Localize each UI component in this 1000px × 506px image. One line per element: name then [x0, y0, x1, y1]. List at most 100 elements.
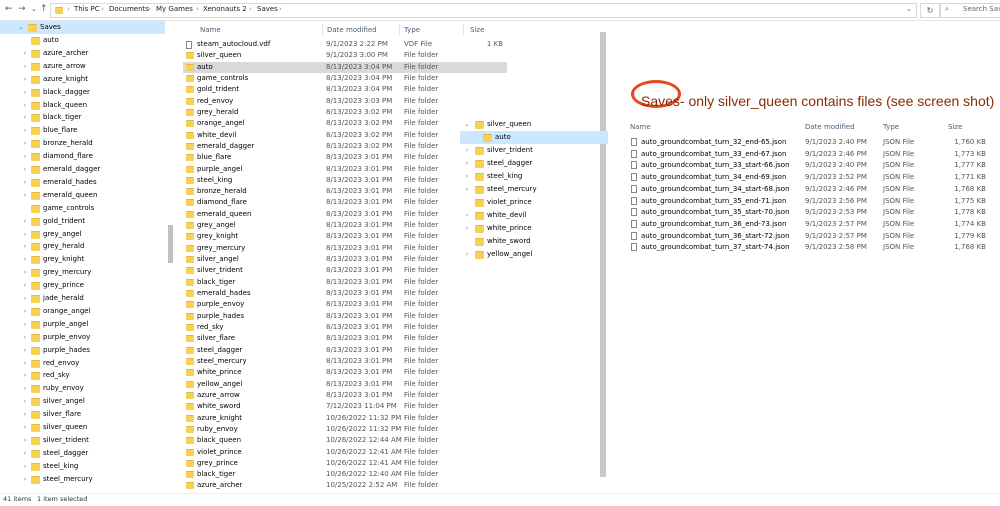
folder-row[interactable]: steel_dagger 8/13/2023 3:01 PM File folder [183, 345, 507, 356]
chevron-right-icon[interactable]: › [22, 463, 28, 470]
json-file-row[interactable]: auto_groundcombat_turn_34_start-68.json 9… [630, 184, 990, 195]
chevron-right-icon[interactable]: › [22, 321, 28, 328]
up-arrow-icon[interactable]: ↑ [40, 4, 48, 14]
folder-row[interactable]: emerald_hades 8/13/2023 3:01 PM File folde… [183, 288, 507, 299]
chevron-right-icon[interactable]: › [22, 282, 28, 289]
chevron-right-icon[interactable]: › [22, 179, 28, 186]
tree-item-silver-flare[interactable]: › silver_flare [0, 408, 165, 421]
chevron-right-icon[interactable]: › [22, 347, 28, 354]
chevron-right-icon[interactable]: › [22, 102, 28, 109]
tree-item-black-queen[interactable]: › black_queen [0, 99, 165, 112]
inset-tree-item-silver-queen[interactable]: ⌄ silver_queen [460, 118, 608, 131]
tree-item-red-envoy[interactable]: › red_envoy [0, 357, 165, 370]
inset-tree-item-auto[interactable]: auto [460, 131, 608, 144]
inset-tree-item-white-devil[interactable]: › white_devil [460, 209, 608, 222]
tree-item-gold-trident[interactable]: › gold_trident [0, 215, 165, 228]
tree-item-saves[interactable]: ⌄ Saves [0, 21, 165, 34]
breadcrumb-saves[interactable]: Saves [257, 5, 278, 13]
inset-tree-item-violet-prince[interactable]: violet_prince [460, 196, 608, 209]
right-column-name[interactable]: Name [630, 123, 651, 131]
chevron-right-icon[interactable]: › [22, 231, 28, 238]
chevron-right-icon[interactable]: › [22, 50, 28, 57]
tree-item-silver-trident[interactable]: › silver_trident [0, 434, 165, 447]
folder-row[interactable]: emerald_queen 8/13/2023 3:01 PM File folde… [183, 209, 507, 220]
inset-tree-item-silver-trident[interactable]: › silver_trident [460, 144, 608, 157]
folder-row[interactable]: azure_knight 10/26/2022 11:32 PM File fold… [183, 413, 507, 424]
folder-row[interactable]: white_devil 8/13/2023 3:02 PM File folder [183, 130, 507, 141]
tree-item-bronze-herald[interactable]: › bronze_herald [0, 137, 165, 150]
forward-arrow-icon[interactable]: → [18, 4, 26, 14]
tree-item-game-controls[interactable]: game_controls [0, 202, 165, 215]
tree-item-grey-herald[interactable]: › grey_herald [0, 240, 165, 253]
folder-row[interactable]: black_queen 10/26/2022 12:44 AM File folde… [183, 435, 507, 446]
tree-item-azure-arrow[interactable]: › azure_arrow [0, 60, 165, 73]
json-file-row[interactable]: auto_groundcombat_turn_36_start-72.json 9… [630, 231, 990, 242]
folder-row[interactable]: game_controls 8/13/2023 3:04 PM File folde… [183, 73, 507, 84]
chevron-right-icon[interactable]: › [464, 225, 470, 232]
tree-item-emerald-queen[interactable]: › emerald_queen [0, 189, 165, 202]
json-file-row[interactable]: auto_groundcombat_turn_36_end-73.json 9/1… [630, 219, 990, 230]
json-file-row[interactable]: auto_groundcombat_turn_33_start-66.json 9… [630, 160, 990, 171]
folder-row[interactable]: grey_mercury 8/13/2023 3:01 PM File folder [183, 243, 507, 254]
chevron-right-icon[interactable]: › [22, 166, 28, 173]
column-header-type[interactable]: Type [404, 26, 420, 34]
folder-row[interactable]: bronze_herald 8/13/2023 3:01 PM File folde… [183, 186, 507, 197]
tree-item-silver-queen[interactable]: › silver_queen [0, 421, 165, 434]
tree-item-grey-prince[interactable]: › grey_prince [0, 279, 165, 292]
json-file-row[interactable]: auto_groundcombat_turn_35_end-71.json 9/1… [630, 196, 990, 207]
tree-item-azure-knight[interactable]: › azure_knight [0, 73, 165, 86]
folder-row[interactable]: grey_herald 8/13/2023 3:02 PM File folder [183, 107, 507, 118]
folder-row[interactable]: purple_envoy 8/13/2023 3:01 PM File folder [183, 299, 507, 310]
right-column-date[interactable]: Date modified [805, 123, 855, 131]
folder-row[interactable]: silver_trident 8/13/2023 3:01 PM File fold… [183, 265, 507, 276]
tree-item-diamond-flare[interactable]: › diamond_flare [0, 150, 165, 163]
chevron-down-icon[interactable]: ⌄ [18, 24, 24, 31]
chevron-right-icon[interactable]: › [22, 218, 28, 225]
tree-item-red-sky[interactable]: › red_sky [0, 369, 165, 382]
inset-tree-item-white-prince[interactable]: › white_prince [460, 222, 608, 235]
address-dropdown-icon[interactable]: ⌄ [906, 5, 912, 13]
column-header-name[interactable]: Name [200, 26, 221, 34]
chevron-right-icon[interactable]: › [464, 147, 470, 154]
chevron-right-icon[interactable]: › [22, 269, 28, 276]
folder-row[interactable]: black_tiger 8/13/2023 3:01 PM File folder [183, 277, 507, 288]
navigation-scrollbar[interactable] [168, 225, 173, 263]
folder-row[interactable]: white_sword 7/12/2023 11:04 PM File folder [183, 401, 507, 412]
folder-row[interactable]: violet_prince 10/26/2022 12:41 AM File fol… [183, 447, 507, 458]
folder-row[interactable]: purple_angel 8/13/2023 3:01 PM File folder [183, 164, 507, 175]
folder-row[interactable]: red_sky 8/13/2023 3:01 PM File folder [183, 322, 507, 333]
chevron-right-icon[interactable]: › [22, 476, 28, 483]
folder-row[interactable]: grey_knight 8/13/2023 3:01 PM File folder [183, 231, 507, 242]
chevron-right-icon[interactable]: › [464, 186, 470, 193]
chevron-down-icon[interactable]: ⌄ [464, 121, 470, 128]
breadcrumb-documents[interactable]: Documents [109, 5, 149, 13]
tree-item-steel-king[interactable]: › steel_king [0, 460, 165, 473]
chevron-right-icon[interactable]: › [22, 437, 28, 444]
chevron-right-icon[interactable]: › [22, 140, 28, 147]
recent-chevron-icon[interactable]: ⌄ [31, 5, 37, 13]
folder-row[interactable]: white_prince 8/13/2023 3:01 PM File folder [183, 367, 507, 378]
chevron-right-icon[interactable]: › [22, 308, 28, 315]
folder-row[interactable]: auto 8/13/2023 3:04 PM File folder [183, 61, 507, 73]
inset-tree-item-steel-mercury[interactable]: › steel_mercury [460, 183, 608, 196]
inset-tree-item-yellow-angel[interactable]: › yellow_angel [460, 248, 608, 261]
folder-row[interactable]: silver_angel 8/13/2023 3:01 PM File folder [183, 254, 507, 265]
tree-item-black-dagger[interactable]: › black_dagger [0, 86, 165, 99]
tree-item-grey-angel[interactable]: › grey_angel [0, 228, 165, 241]
breadcrumb-xenonauts-2[interactable]: Xenonauts 2 [203, 5, 247, 13]
folder-row[interactable]: azure_arrow 8/13/2023 3:01 PM File folder [183, 390, 507, 401]
tree-item-grey-mercury[interactable]: › grey_mercury [0, 266, 165, 279]
file-row[interactable]: steam_autocloud.vdf 9/1/2023 2:22 PM VDF F… [183, 39, 507, 50]
folder-row[interactable]: purple_hades 8/13/2023 3:01 PM File folder [183, 311, 507, 322]
folder-row[interactable]: blue_flare 8/13/2023 3:01 PM File folder [183, 152, 507, 163]
folder-row[interactable]: diamond_flare 8/13/2023 3:01 PM File folde… [183, 197, 507, 208]
chevron-right-icon[interactable]: › [22, 295, 28, 302]
tree-item-orange-angel[interactable]: › orange_angel [0, 305, 165, 318]
tree-item-silver-angel[interactable]: › silver_angel [0, 395, 165, 408]
folder-row[interactable]: ruby_envoy 10/26/2022 11:32 PM File folder [183, 424, 507, 435]
chevron-right-icon[interactable]: › [22, 334, 28, 341]
folder-row[interactable]: azure_archer 10/25/2022 2:52 AM File folde… [183, 480, 507, 491]
folder-row[interactable]: black_tiger 10/26/2022 12:40 AM File folde… [183, 469, 507, 480]
folder-row[interactable]: grey_prince 10/26/2022 12:41 AM File folde… [183, 458, 507, 469]
chevron-right-icon[interactable]: › [22, 114, 28, 121]
